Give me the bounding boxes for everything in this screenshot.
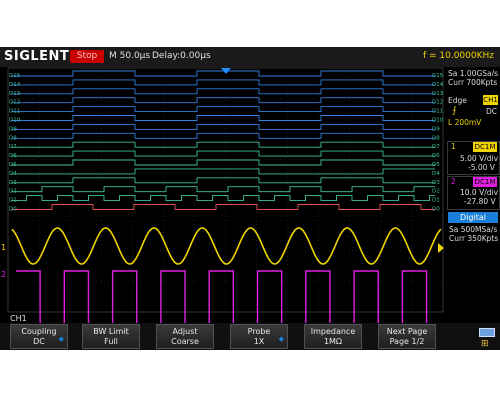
softkey-label: Adjust (172, 327, 198, 336)
submenu-arrow-icon: ◆ (278, 335, 284, 343)
digital-label-right: D9 (432, 126, 440, 132)
softkey-5[interactable]: Impedance 1MΩ (304, 324, 362, 349)
digital-label-right: D12 (432, 100, 443, 106)
oscilloscope-screen: SIGLENT Stop M 50.0µs Delay:0.00µs f = 1… (0, 47, 500, 350)
sample-rate: Sa 1.00GSa/s (448, 69, 499, 78)
digital-label-right: D6 (432, 153, 440, 159)
digital-label-right: D0 (432, 207, 440, 213)
memory-depth: Curr 700Kpts (448, 78, 498, 87)
ch1-coupling-badge: DC1M (473, 142, 497, 152)
ch1-scale: 5.00 V/div (460, 154, 499, 163)
digital-label-right: D11 (432, 109, 443, 115)
digital-label-right: D7 (432, 144, 440, 150)
ch2-number: 2 (451, 177, 456, 186)
softkey-3[interactable]: Adjust Coarse (156, 324, 214, 349)
usb-icon (479, 328, 495, 337)
softkey-4[interactable]: Probe 1X ◆ (230, 324, 288, 349)
trigger-coupling: DC (486, 107, 498, 116)
digital-label-left: D0 (9, 207, 17, 213)
digital-label-left: D14 (9, 82, 21, 88)
digital-label-left: D11 (9, 109, 20, 115)
digital-label-right: D8 (432, 135, 440, 141)
digital-label-left: D1 (9, 198, 17, 204)
softkey-value: Full (104, 337, 118, 346)
digital-label-right: D2 (432, 189, 440, 195)
digital-label-left: D9 (9, 126, 17, 132)
ch2-coupling-badge: DC1M (473, 177, 497, 187)
digital-label-left: D13 (9, 91, 21, 97)
digital-label-right: D1 (432, 198, 440, 204)
ch1-position-marker[interactable]: 1 (1, 243, 6, 252)
digital-label-left: D8 (9, 135, 17, 141)
softkey-label: BW Limit (93, 327, 129, 336)
digital-label-left: D2 (9, 189, 17, 195)
digital-label-right: D4 (432, 171, 440, 177)
trigger-level: L 200mV (448, 118, 482, 127)
digital-label-left: D3 (9, 180, 17, 186)
network-icon: ⊞ (481, 339, 489, 349)
ch2-scale: 10.0 V/div (460, 188, 499, 197)
softkey-value: Coarse (171, 337, 199, 346)
digital-label-left: D4 (9, 171, 17, 177)
softkey-value: 1MΩ (323, 337, 343, 346)
digital-badge[interactable]: Digital (448, 212, 498, 223)
digital-label-right: D10 (432, 118, 444, 124)
digital-label-right: D5 (432, 162, 440, 168)
digital-label-left: D7 (9, 144, 17, 150)
digital-label-left: D15 (9, 73, 21, 79)
digital-label-left: D5 (9, 162, 17, 168)
ch1-offset: -5.00 V (468, 163, 495, 172)
digital-memory: Curr 350Kpts (449, 234, 499, 243)
digital-sample-rate: Sa 500MSa/s (449, 225, 498, 234)
softkey-6[interactable]: Next Page Page 1/2 (378, 324, 436, 349)
softkey-label: Impedance (310, 327, 356, 336)
menu-title: CH1 (10, 314, 27, 323)
waveform-display: D15 D15D14 D14D13 D13D12 D12D11 D11D10 D10D9 D9… (1, 67, 444, 348)
softkey-label: Next Page (386, 327, 428, 336)
digital-label-left: D6 (9, 153, 17, 159)
softkey-1[interactable]: Coupling DC ◆ (10, 324, 68, 349)
ch2-position-marker[interactable]: 2 (1, 270, 6, 279)
softkey-value: Page 1/2 (389, 337, 425, 346)
ch2-offset: -27.80 V (464, 197, 496, 206)
softkey-2[interactable]: BW Limit Full (82, 324, 140, 349)
digital-label-right: D3 (432, 180, 440, 186)
digital-label-left: D12 (9, 100, 20, 106)
digital-label-right: D14 (432, 82, 444, 88)
digital-label-right: D15 (432, 73, 444, 79)
submenu-arrow-icon: ◆ (58, 335, 64, 343)
digital-label-right: D13 (432, 91, 444, 97)
ch1-number: 1 (451, 142, 456, 151)
trigger-type[interactable]: Edge (448, 96, 467, 105)
rising-edge-icon: ⨍ (452, 106, 457, 116)
digital-label-left: D10 (9, 118, 21, 124)
trigger-source[interactable]: CH1 (483, 95, 498, 105)
